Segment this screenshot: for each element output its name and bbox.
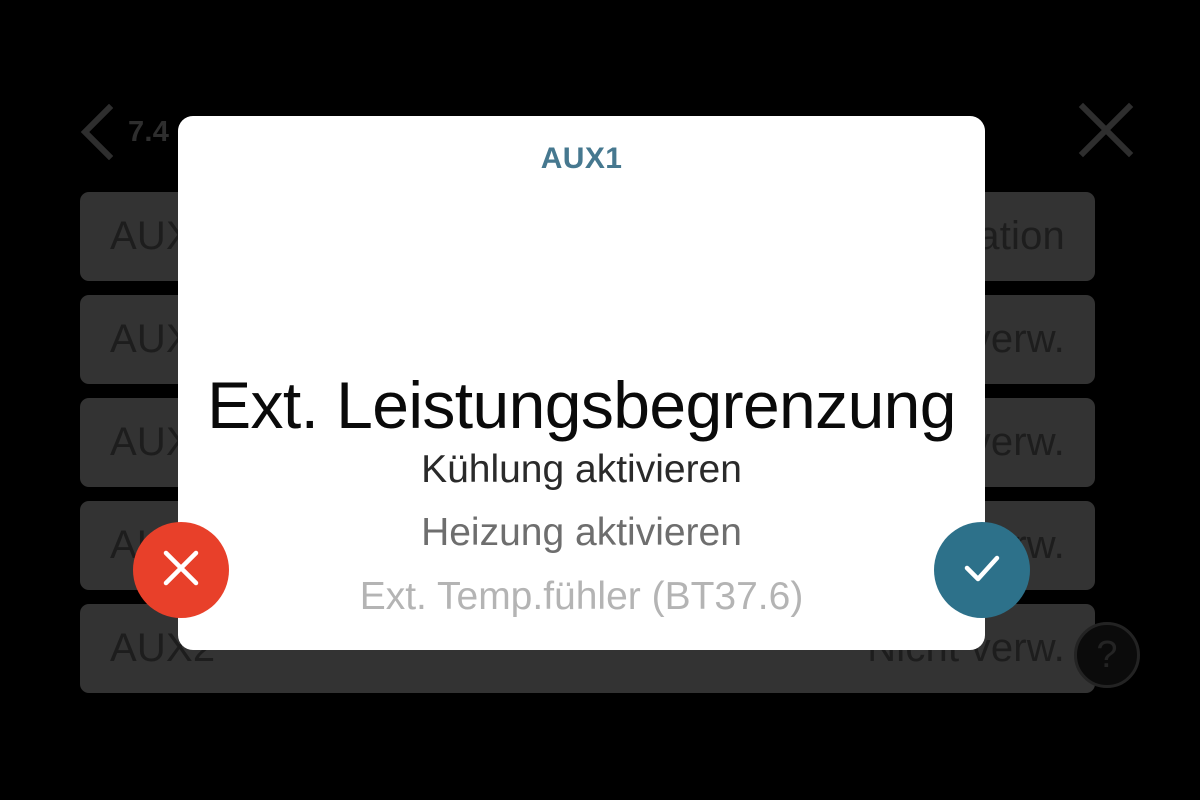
picker-option[interactable]: Heizung aktivieren (178, 512, 985, 554)
cancel-button[interactable] (133, 522, 229, 618)
chevron-left-icon (79, 104, 113, 160)
app-screen: 7.4 AUX1 Ventilation AUX2 Nicht verw. AU… (0, 0, 1200, 800)
dialog-title: AUX1 (540, 142, 623, 175)
option-picker[interactable]: Ext. Leistungsbegrenzung Kühlung aktivie… (178, 370, 985, 617)
close-page-button[interactable] (1074, 96, 1138, 168)
picker-option[interactable]: Kühlung aktivieren (178, 449, 985, 491)
picker-option[interactable]: Ext. Temp.fühler (BT37.6) (178, 575, 985, 617)
picker-option-selected[interactable]: Ext. Leistungsbegrenzung (178, 370, 985, 441)
aux-selection-dialog: AUX1 Ext. Leistungsbegrenzung Kühlung ak… (178, 116, 985, 650)
breadcrumb: 7.4 (128, 115, 170, 148)
question-mark-icon: ? (1096, 634, 1118, 676)
help-button[interactable]: ? (1074, 622, 1140, 688)
close-icon (158, 545, 204, 596)
back-button[interactable] (68, 96, 124, 168)
check-icon (957, 545, 1007, 596)
confirm-button[interactable] (934, 522, 1030, 618)
close-icon (1078, 102, 1134, 163)
